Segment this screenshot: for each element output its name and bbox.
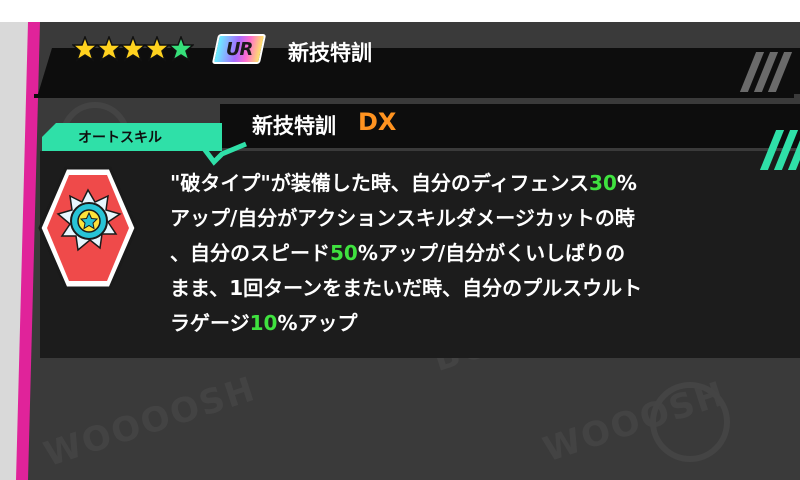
description-text: %アップ/自分がくいしばりの: [357, 241, 626, 265]
highlight-value: 50: [330, 241, 358, 265]
background-doodle: WOOOOSH: [39, 368, 261, 476]
background-doodle: [650, 382, 730, 462]
star-icon: [120, 36, 146, 62]
description-line: アップ/自分がアクションスキルダメージカットの時: [170, 201, 780, 236]
rarity-badge: UR: [211, 34, 267, 64]
card-title: 新技特訓: [288, 41, 372, 65]
description-line: "破タイプ"が装備した時、自分のディフェンス30%: [170, 166, 780, 201]
description-text: 、自分のスピード: [170, 241, 330, 265]
description-text: %アップ: [277, 311, 358, 335]
skill-description: "破タイプ"が装備した時、自分のディフェンス30% アップ/自分がアクションスキル…: [170, 166, 780, 341]
star-rating: [72, 36, 194, 62]
star-icon: [168, 36, 194, 62]
skill-header-stripes: [759, 130, 800, 170]
description-text: まま、1回ターンをまたいだ時、自分のプルスウルト: [170, 276, 643, 300]
burst-star-icon: [38, 166, 138, 290]
description-text: %: [616, 171, 637, 195]
title-banner-underline: [34, 94, 794, 98]
description-text: アップ/自分がアクションスキルダメージカットの時: [170, 206, 635, 230]
description-line: まま、1回ターンをまたいだ時、自分のプルスウルト: [170, 271, 780, 306]
star-icon: [96, 36, 122, 62]
description-text: "破タイプ"が装備した時、自分のディフェンス: [170, 171, 590, 195]
description-line: 、自分のスピード50%アップ/自分がくいしばりの: [170, 236, 780, 271]
skill-name: 新技特訓: [252, 114, 336, 138]
skill-name-suffix: DX: [358, 108, 397, 136]
description-text: ラゲージ: [170, 311, 250, 335]
star-icon: [72, 36, 98, 62]
star-icon: [144, 36, 170, 62]
rarity-label: UR: [225, 38, 253, 60]
description-line: ラゲージ10%アップ: [170, 306, 780, 341]
title-banner-stripes: [739, 52, 793, 92]
highlight-value: 10: [249, 311, 278, 335]
skill-type-label: オートスキル: [78, 130, 162, 146]
highlight-value: 30: [589, 171, 617, 195]
